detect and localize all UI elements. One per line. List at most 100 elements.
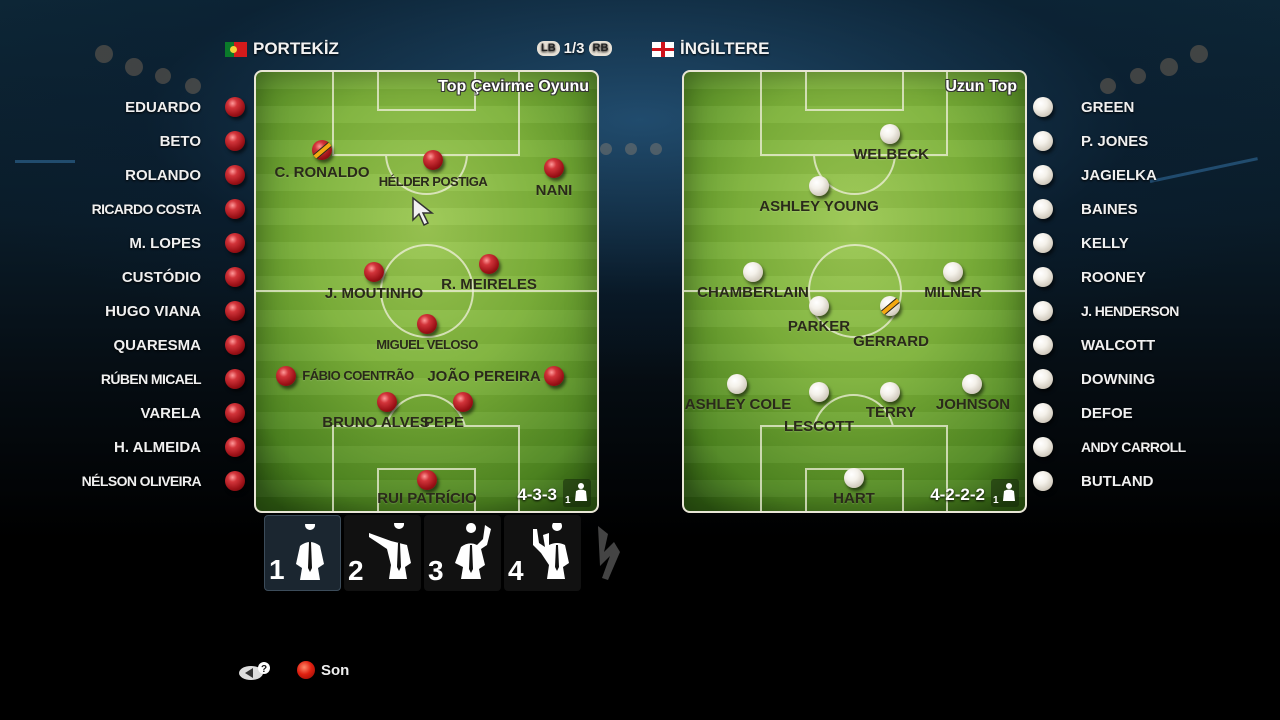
goal-box-top [805, 72, 904, 111]
substitute-row[interactable]: BAINES [1033, 192, 1233, 226]
player-marker-icon[interactable] [377, 392, 397, 412]
player-marker-icon[interactable] [225, 165, 245, 185]
player-marker-icon[interactable] [225, 471, 245, 491]
lb-button[interactable]: LB [537, 41, 560, 56]
substitute-row[interactable]: KELLY [1033, 226, 1233, 260]
home-pitch[interactable]: Top Çevirme Oyunu 4-3-3 1 C. RONALDO HÉLD… [254, 70, 599, 513]
manager-tab-3[interactable]: 3 [424, 515, 501, 591]
manager-tab-4[interactable]: 4 [504, 515, 581, 591]
substitute-row[interactable]: QUARESMA [60, 328, 245, 362]
home-manager-badge[interactable]: 1 [563, 479, 591, 507]
substitute-row[interactable]: DEFOE [1033, 396, 1233, 430]
player-marker-icon[interactable] [225, 97, 245, 117]
pitch-player-name: ASHLEY COLE [684, 396, 792, 413]
substitute-row[interactable]: JAGIELKA [1033, 158, 1233, 192]
player-marker-icon[interactable] [225, 335, 245, 355]
svg-text:?: ? [261, 664, 267, 675]
substitute-name: H. ALMEIDA [114, 438, 201, 456]
player-marker-icon[interactable] [809, 382, 829, 402]
substitute-row[interactable]: ANDY CARROLL [1033, 430, 1233, 464]
manager-tab-2[interactable]: 2 [344, 515, 421, 591]
son-button[interactable]: Son [297, 661, 349, 679]
player-marker-icon[interactable] [943, 262, 963, 282]
player-marker-icon[interactable] [1033, 267, 1053, 287]
substitute-row[interactable]: ROONEY [1033, 260, 1233, 294]
pitch-player-name: BRUNO ALVES [322, 414, 430, 431]
player-marker-icon[interactable] [1033, 131, 1053, 151]
substitute-row[interactable]: RICARDO COSTA [60, 192, 245, 226]
captain-marker-icon[interactable] [312, 140, 332, 160]
stadium-light [650, 143, 662, 155]
player-marker-icon[interactable] [544, 158, 564, 178]
player-marker-icon[interactable] [880, 382, 900, 402]
manager-tab-number: 2 [348, 555, 364, 586]
player-marker-icon[interactable] [1033, 199, 1053, 219]
substitute-row[interactable]: BUTLAND [1033, 464, 1233, 498]
player-marker-icon[interactable] [423, 150, 443, 170]
player-marker-icon[interactable] [962, 374, 982, 394]
substitute-row[interactable]: WALCOTT [1033, 328, 1233, 362]
substitute-row[interactable]: NÉLSON OLIVEIRA [60, 464, 245, 498]
player-marker-icon[interactable] [1033, 301, 1053, 321]
player-marker-icon[interactable] [1033, 369, 1053, 389]
substitute-row[interactable]: RÚBEN MICAEL [60, 362, 245, 396]
player-marker-icon[interactable] [743, 262, 763, 282]
player-marker-icon[interactable] [276, 366, 296, 386]
player-marker-icon[interactable] [364, 262, 384, 282]
player-marker-icon[interactable] [727, 374, 747, 394]
manager-slot-number: 1 [565, 495, 571, 506]
player-marker-icon[interactable] [1033, 97, 1053, 117]
stadium-light [155, 68, 171, 84]
page-number: 1/3 [563, 40, 585, 57]
player-marker-icon[interactable] [225, 301, 245, 321]
player-marker-icon[interactable] [809, 176, 829, 196]
player-marker-icon[interactable] [1033, 165, 1053, 185]
substitute-row[interactable]: H. ALMEIDA [60, 430, 245, 464]
player-marker-icon[interactable] [225, 199, 245, 219]
away-pitch[interactable]: Uzun Top 4-2-2-2 1 WELBECK ASHLEY YOUNG CH… [682, 70, 1027, 513]
player-marker-icon[interactable] [1033, 233, 1053, 253]
player-marker-icon[interactable] [225, 267, 245, 287]
substitute-row[interactable]: ROLANDO [60, 158, 245, 192]
player-marker-icon[interactable] [1033, 437, 1053, 457]
substitute-row[interactable]: P. JONES [1033, 124, 1233, 158]
player-marker-icon[interactable] [225, 131, 245, 151]
player-marker-icon[interactable] [1033, 403, 1053, 423]
substitute-row[interactable]: M. LOPES [60, 226, 245, 260]
substitute-row[interactable]: DOWNING [1033, 362, 1233, 396]
player-marker-icon[interactable] [544, 366, 564, 386]
player-marker-icon[interactable] [844, 468, 864, 488]
substitute-row[interactable]: CUSTÓDIO [60, 260, 245, 294]
manager-tab-1[interactable]: 1 [264, 515, 341, 591]
player-marker-icon[interactable] [225, 403, 245, 423]
manager-tab-number: 3 [428, 555, 444, 586]
away-formation[interactable]: 4-2-2-2 [930, 485, 985, 505]
pitch-player-name: NANI [535, 182, 573, 199]
player-marker-icon[interactable] [479, 254, 499, 274]
player-marker-icon[interactable] [225, 369, 245, 389]
back-help-icon[interactable]: ? [237, 662, 273, 682]
player-marker-icon[interactable] [1033, 335, 1053, 355]
player-marker-icon[interactable] [225, 437, 245, 457]
player-marker-icon[interactable] [417, 470, 437, 490]
substitute-row[interactable]: EDUARDO [60, 90, 245, 124]
player-marker-icon[interactable] [225, 233, 245, 253]
player-marker-icon[interactable] [417, 314, 437, 334]
manager-tab-partial-icon[interactable] [594, 522, 624, 584]
player-marker-icon[interactable] [453, 392, 473, 412]
player-marker-icon[interactable] [1033, 471, 1053, 491]
away-substitutes-list: GREEN P. JONES JAGIELKA BAINES KELLY ROONEY J.… [1033, 90, 1233, 498]
substitute-name: JAGIELKA [1081, 166, 1157, 184]
player-marker-icon[interactable] [809, 296, 829, 316]
england-flag-icon [652, 41, 674, 57]
captain-marker-icon[interactable] [880, 296, 900, 316]
substitute-row[interactable]: GREEN [1033, 90, 1233, 124]
away-manager-badge[interactable]: 1 [991, 479, 1019, 507]
player-marker-icon[interactable] [880, 124, 900, 144]
substitute-row[interactable]: J. HENDERSON [1033, 294, 1233, 328]
substitute-row[interactable]: BETO [60, 124, 245, 158]
substitute-row[interactable]: VARELA [60, 396, 245, 430]
home-formation[interactable]: 4-3-3 [517, 485, 557, 505]
rb-button[interactable]: RB [588, 41, 613, 56]
substitute-row[interactable]: HUGO VIANA [60, 294, 245, 328]
